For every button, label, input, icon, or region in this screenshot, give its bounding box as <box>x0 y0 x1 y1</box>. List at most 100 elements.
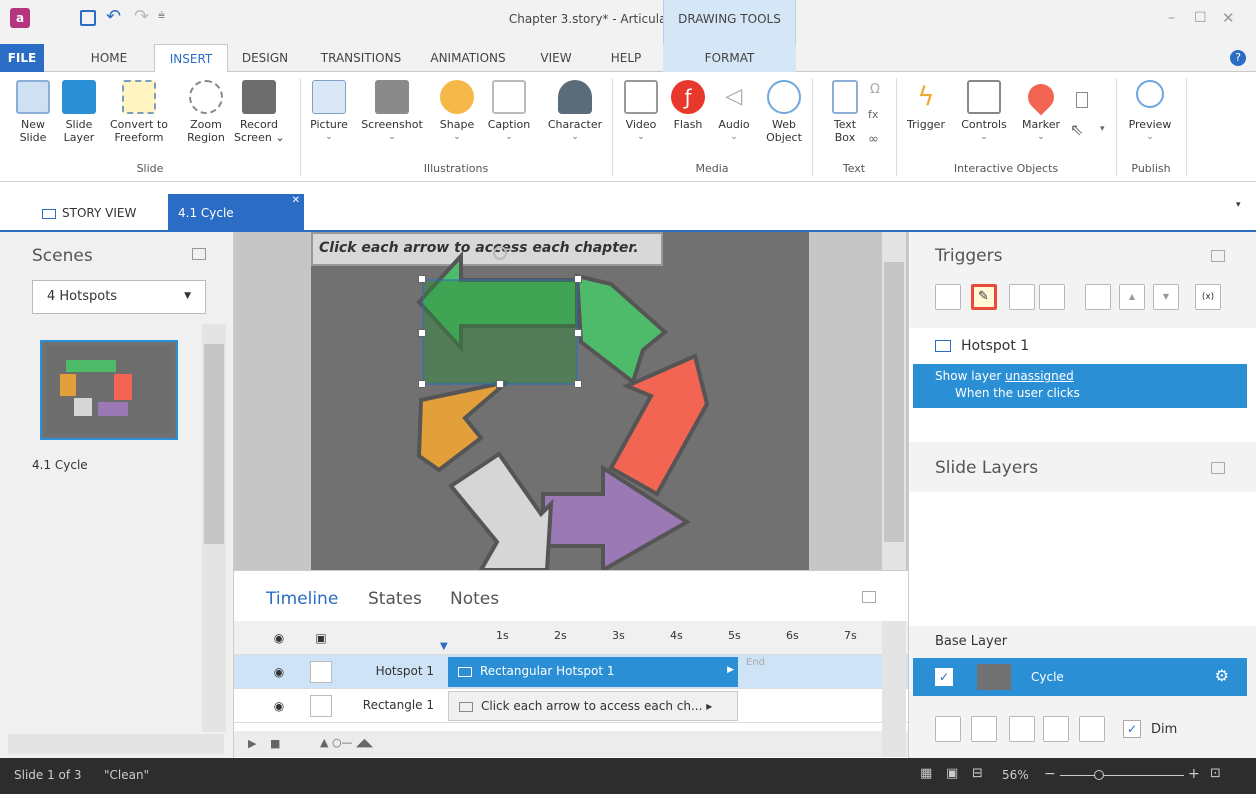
pointer-icon[interactable]: ⇖ <box>1070 120 1083 139</box>
panel-float-icon[interactable] <box>862 591 876 603</box>
copy-layer-button[interactable] <box>1009 716 1035 742</box>
zoom-out-button[interactable]: − <box>1044 766 1056 782</box>
selection-handle[interactable] <box>418 275 426 283</box>
move-down-button[interactable]: ▼ <box>1153 284 1179 310</box>
slide-layer-button[interactable]: Slide Layer <box>62 80 96 144</box>
delete-trigger-button[interactable] <box>1085 284 1111 310</box>
flash-button[interactable]: ƒ Flash <box>668 80 708 131</box>
grid-view-icon[interactable]: ▦ <box>920 766 932 781</box>
slide-caption[interactable]: Click each arrow to access each chapter. <box>311 232 663 266</box>
scenes-hscroll[interactable] <box>8 734 224 754</box>
selection-handle[interactable] <box>574 329 582 337</box>
equation-icon[interactable]: fx <box>868 108 878 121</box>
tab-view[interactable]: VIEW <box>532 44 580 72</box>
dim-checkbox[interactable]: ✓ <box>1123 720 1141 738</box>
tab-animations[interactable]: ANIMATIONS <box>420 44 516 72</box>
maximize-button[interactable]: ☐ <box>1194 10 1207 26</box>
tabs-menu-icon[interactable]: ▾ <box>1236 200 1241 210</box>
canvas-vscroll[interactable] <box>882 232 906 570</box>
end-marker[interactable]: End <box>746 657 765 668</box>
timeline-row[interactable]: ◉ Hotspot 1 Rectangular Hotspot 1 ▶ End <box>234 655 908 689</box>
tab-insert[interactable]: INSERT <box>154 44 228 73</box>
copy-trigger-button[interactable] <box>1009 284 1035 310</box>
play-icon[interactable]: ▶ <box>248 737 256 750</box>
timeline-vscroll[interactable] <box>882 621 906 757</box>
more-icon[interactable]: ▾ <box>1100 124 1105 134</box>
selection-handle[interactable] <box>574 380 582 388</box>
scenes-scrollbar[interactable] <box>202 324 226 732</box>
close-tab-icon[interactable]: ✕ <box>292 182 300 220</box>
edit-trigger-button[interactable]: ✎ <box>971 284 997 310</box>
rotate-handle[interactable] <box>493 246 507 260</box>
convert-freeform-button[interactable]: Convert to Freeform <box>108 80 170 144</box>
text-box-button[interactable]: Text Box <box>826 80 864 144</box>
eye-icon[interactable]: ◉ <box>268 661 290 683</box>
new-trigger-button[interactable] <box>935 284 961 310</box>
slide-show-icon[interactable]: ⊟ <box>972 766 983 781</box>
marker-button[interactable]: Marker ⌄ <box>1016 78 1066 144</box>
tab-states[interactable]: States <box>368 589 422 609</box>
zoom-thumb[interactable] <box>1094 770 1104 780</box>
lock-icon[interactable]: ▣ <box>310 627 332 649</box>
tab-design[interactable]: DESIGN <box>236 44 294 72</box>
story-view-tab[interactable]: STORY VIEW <box>32 194 146 232</box>
scene-dropdown[interactable]: 4 Hotspots ▼ <box>32 280 206 314</box>
delete-layer-button[interactable] <box>1079 716 1105 742</box>
tab-transitions[interactable]: TRANSITIONS <box>312 44 410 72</box>
selection-handle[interactable] <box>496 380 504 388</box>
new-layer-button[interactable] <box>935 716 961 742</box>
panel-float-icon[interactable] <box>1211 250 1225 262</box>
selection-handle[interactable] <box>574 275 582 283</box>
tab-file[interactable]: FILE <box>0 44 44 72</box>
move-up-button[interactable]: ▲ <box>1119 284 1145 310</box>
hotspot-icon[interactable] <box>1076 92 1088 108</box>
unassigned-link[interactable]: unassigned <box>1005 369 1074 383</box>
close-button[interactable]: ✕ <box>1222 9 1235 27</box>
trigger-object-row[interactable]: Hotspot 1 <box>935 338 1029 354</box>
paste-trigger-button[interactable] <box>1039 284 1065 310</box>
tab-home[interactable]: HOME <box>82 44 136 72</box>
slide-thumbnail[interactable] <box>40 340 178 440</box>
layer-checkbox[interactable]: ✓ <box>935 668 953 686</box>
zoom-region-button[interactable]: Zoom Region <box>184 80 228 144</box>
controls-button[interactable]: Controls ⌄ <box>954 80 1014 144</box>
normal-view-icon[interactable]: ▣ <box>946 766 958 781</box>
zoom-slider[interactable] <box>1060 775 1184 776</box>
duplicate-layer-button[interactable] <box>971 716 997 742</box>
eye-icon[interactable]: ◉ <box>268 627 290 649</box>
layer-row[interactable]: ✓ Cycle ⚙ <box>913 658 1247 696</box>
web-object-button[interactable]: Web Object <box>760 80 808 144</box>
picture-button[interactable]: Picture ⌄ <box>308 80 350 144</box>
timeline-bar[interactable]: Rectangular Hotspot 1 ▶ <box>448 657 738 687</box>
record-screen-button[interactable]: Record Screen ⌄ <box>234 80 285 144</box>
tab-format[interactable]: FORMAT <box>663 44 796 72</box>
zoom-in-button[interactable]: + <box>1188 766 1200 782</box>
timeline-bar[interactable]: Click each arrow to access each ch... ▸ <box>448 691 738 721</box>
symbol-icon[interactable]: Ω <box>870 82 880 97</box>
tab-notes[interactable]: Notes <box>450 589 499 609</box>
zoom-slider-icon[interactable]: ▲ ○— ◢◣ <box>320 736 373 749</box>
selection-handle[interactable] <box>418 380 426 388</box>
timeline-row[interactable]: ◉ Rectangle 1 Click each arrow to access… <box>234 689 908 723</box>
tab-timeline[interactable]: Timeline <box>266 589 338 609</box>
selection-handle[interactable] <box>418 329 426 337</box>
hyperlink-icon[interactable]: ∞ <box>868 132 879 147</box>
variables-button[interactable]: (x) <box>1195 284 1221 310</box>
minimize-button[interactable]: – <box>1168 10 1175 26</box>
video-button[interactable]: Video ⌄ <box>620 80 662 144</box>
lock-checkbox[interactable] <box>310 661 332 683</box>
lock-checkbox[interactable] <box>310 695 332 717</box>
eye-icon[interactable]: ◉ <box>268 695 290 717</box>
new-slide-button[interactable]: New Slide <box>16 80 50 144</box>
audio-button[interactable]: ◁ Audio ⌄ <box>714 80 754 144</box>
screenshot-button[interactable]: Screenshot ⌄ <box>356 80 428 144</box>
shape-button[interactable]: Shape ⌄ <box>436 80 478 144</box>
trigger-item[interactable]: Show layer unassigned When the user clic… <box>913 364 1247 408</box>
help-icon[interactable]: ? <box>1230 50 1246 66</box>
panel-float-icon[interactable] <box>1211 462 1225 474</box>
preview-button[interactable]: Preview ⌄ <box>1124 80 1176 144</box>
tab-help[interactable]: HELP <box>602 44 650 72</box>
panel-float-icon[interactable] <box>192 248 206 260</box>
gear-icon[interactable]: ⚙ <box>1215 666 1229 685</box>
stop-icon[interactable]: ■ <box>270 737 280 750</box>
